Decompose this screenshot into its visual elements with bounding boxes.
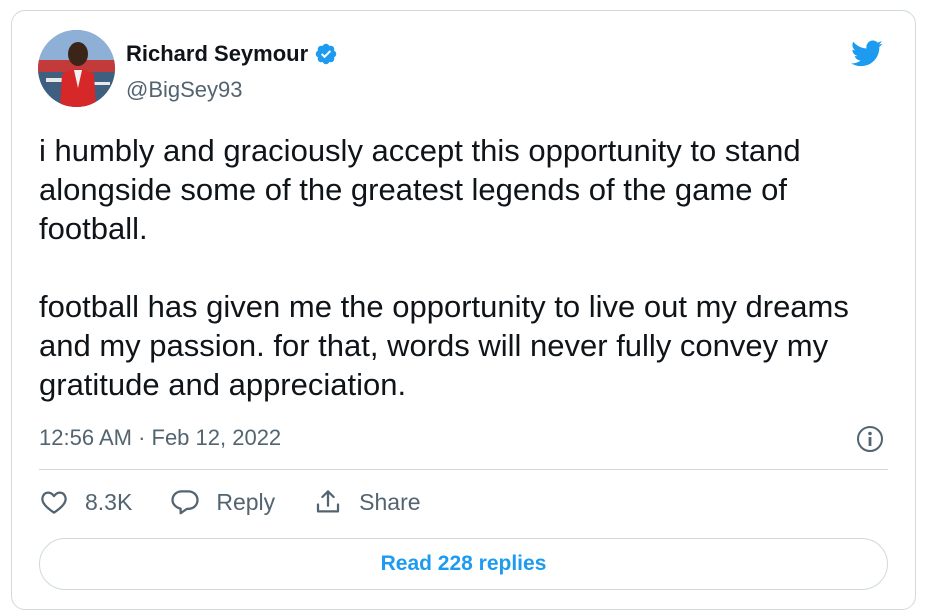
like-button[interactable]: 8.3K — [39, 487, 132, 517]
read-replies-label: Read 228 replies — [380, 552, 547, 575]
reply-button[interactable]: Reply — [170, 487, 275, 517]
reply-label: Reply — [216, 488, 276, 515]
info-icon[interactable] — [855, 424, 885, 454]
twitter-bird-icon[interactable] — [847, 37, 887, 69]
like-count: 8.3K — [85, 488, 133, 515]
heart-icon — [41, 491, 67, 514]
speech-bubble-icon — [171, 490, 199, 515]
author-handle[interactable]: @BigSey93 — [126, 77, 243, 103]
action-bar: 8.3K Reply Share — [39, 487, 459, 517]
tweet-timestamp[interactable]: 12:56 AM · Feb 12, 2022 — [39, 425, 281, 451]
read-replies-button[interactable]: Read 228 replies — [39, 538, 888, 590]
tweet-text: i humbly and graciously accept this oppo… — [39, 133, 849, 402]
tweet-card: Richard Seymour @BigSey93 i humbly and g… — [11, 10, 916, 610]
author-name[interactable]: Richard Seymour — [126, 41, 308, 67]
divider — [39, 469, 888, 470]
share-label: Share — [359, 488, 421, 515]
verified-badge-icon — [315, 43, 337, 65]
author-name-row[interactable]: Richard Seymour — [126, 41, 338, 67]
avatar[interactable] — [38, 30, 115, 107]
share-icon — [317, 490, 340, 513]
share-button[interactable]: Share — [313, 487, 421, 517]
